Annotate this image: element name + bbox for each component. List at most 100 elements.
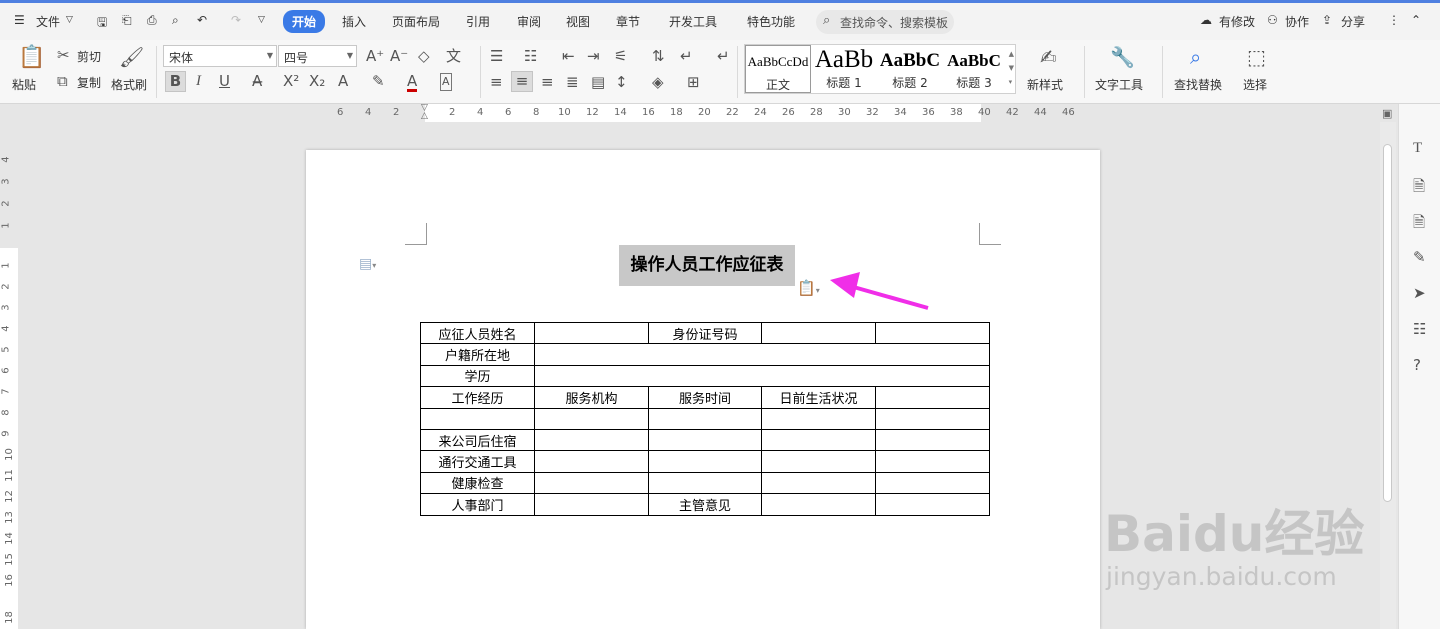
save-icon[interactable]: 🖫 [97, 13, 107, 34]
tab-page-layout[interactable]: 页面布局 [392, 13, 440, 30]
scrollbar-thumb[interactable] [1383, 144, 1392, 502]
font-name-select[interactable]: 宋体 ▼ [163, 45, 277, 67]
document-title[interactable]: 操作人员工作应征表 [619, 245, 795, 286]
format-painter-button[interactable]: 格式刷 [111, 76, 147, 93]
tab-review[interactable]: 审阅 [517, 13, 541, 30]
shrink-font-icon[interactable]: A⁻ [390, 48, 408, 64]
numbered-list-icon[interactable]: ☷ [524, 48, 537, 64]
table-cell[interactable]: 应征人员姓名 [420, 321, 535, 345]
table-cell[interactable]: 服务时间 [648, 386, 762, 409]
customize-toolbar-icon[interactable]: ▽ [258, 15, 265, 25]
table-cell[interactable] [648, 407, 762, 430]
font-color-icon[interactable]: A [407, 73, 418, 92]
more-icon[interactable]: ⋮ [1388, 13, 1400, 27]
table-cell[interactable] [875, 386, 990, 409]
text-effect-icon[interactable]: A [338, 73, 348, 89]
table-cell[interactable] [534, 450, 649, 473]
print-preview-icon[interactable]: ⌕ [172, 13, 179, 28]
table-cell[interactable] [534, 321, 649, 345]
justify-icon[interactable]: ≣ [566, 74, 579, 90]
superscript-icon[interactable]: X² [283, 73, 299, 89]
table-cell[interactable] [875, 471, 990, 495]
style-heading-1[interactable]: AaBb 标题 1 [811, 45, 877, 93]
style-heading-2[interactable]: AaBbC 标题 2 [877, 45, 943, 93]
table-cell[interactable]: 学历 [420, 364, 535, 388]
tab-stops-icon[interactable]: ↵ [717, 48, 730, 64]
modify-status[interactable]: 有修改 [1219, 13, 1255, 30]
pen-icon[interactable]: ✎ [1413, 248, 1426, 266]
table-cell[interactable]: 工作经历 [420, 386, 535, 409]
distribute-icon[interactable]: ▤ [591, 74, 605, 90]
export-pdf-icon[interactable]: ⎗ [122, 13, 132, 28]
ruler-toggle-icon[interactable]: ▣ [1382, 107, 1392, 120]
help-icon[interactable]: ? [1413, 356, 1421, 374]
style-normal[interactable]: AaBbCcDd 正文 [745, 45, 811, 93]
italic-icon[interactable]: I [196, 73, 201, 89]
table-cell[interactable] [761, 450, 876, 473]
horizontal-ruler[interactable]: ▽ △ 6 4 2 2 4 6 8 10 12 14 16 18 20 22 24… [320, 104, 1380, 122]
table-cell[interactable] [534, 493, 649, 516]
table-cell[interactable]: 健康检查 [420, 471, 535, 495]
paste-button[interactable]: 粘贴 [12, 76, 36, 93]
decrease-indent-icon[interactable]: ⇤ [562, 48, 575, 64]
increase-indent-icon[interactable]: ⇥ [587, 48, 600, 64]
borders-icon[interactable]: ⊞ [687, 74, 700, 90]
wrench-icon[interactable]: 🔧 [1110, 46, 1135, 68]
table-cell[interactable] [420, 407, 535, 430]
table-cell[interactable]: 来公司后住宿 [420, 428, 535, 452]
share-icon[interactable]: ⇪ [1322, 13, 1332, 27]
style-heading-3[interactable]: AaBbC 标题 3 [943, 45, 1005, 93]
indent-marker-icon[interactable]: ▽ △ [421, 104, 428, 121]
cut-button[interactable]: 剪切 [77, 48, 101, 65]
align-right-icon[interactable]: ≡ [541, 74, 554, 90]
bold-icon[interactable]: B [165, 71, 186, 92]
select-button[interactable]: 选择 [1243, 76, 1267, 93]
show-marks-icon[interactable]: ↵ [680, 48, 693, 64]
table-cell[interactable] [534, 364, 990, 388]
vertical-ruler[interactable]: 4 3 2 1 1 2 3 4 5 6 7 8 9 10 11 12 13 14… [0, 122, 18, 629]
table-cell[interactable] [875, 428, 990, 452]
table-cell[interactable] [534, 471, 649, 495]
table-cell[interactable] [761, 407, 876, 430]
tab-chapter[interactable]: 章节 [616, 13, 640, 30]
table-cell[interactable] [534, 428, 649, 452]
style-gallery-scroll-icon[interactable]: ▲ ▼ ▾ [1009, 47, 1014, 89]
align-left-icon[interactable]: ≡ [490, 74, 503, 90]
tab-view[interactable]: 视图 [566, 13, 590, 30]
table-cell[interactable] [648, 450, 762, 473]
copy-button[interactable]: 复制 [77, 74, 101, 91]
table-cell[interactable] [534, 407, 649, 430]
menu-icon[interactable]: ☰ [14, 13, 25, 27]
text-style-icon[interactable]: T [1413, 140, 1422, 157]
copy-icon[interactable]: ⧉ [57, 73, 68, 89]
table-cell[interactable] [875, 407, 990, 430]
document-icon[interactable]: ▤▾ [359, 256, 376, 272]
redo-icon[interactable]: ↷ [231, 13, 241, 27]
table-cell[interactable] [761, 471, 876, 495]
line-spacing-icon[interactable]: ↕ [615, 74, 628, 90]
new-style-icon[interactable]: ✍ [1040, 46, 1057, 68]
table-cell[interactable] [875, 450, 990, 473]
table-cell[interactable]: 身份证号码 [648, 321, 762, 345]
table-cell[interactable] [875, 493, 990, 516]
table-cell[interactable] [761, 428, 876, 452]
font-size-select[interactable]: 四号 ▼ [278, 45, 357, 67]
underline-icon[interactable]: U [219, 73, 230, 89]
file-menu[interactable]: 文件 [36, 13, 60, 30]
table-cell[interactable]: 人事部门 [420, 493, 535, 516]
char-border-icon[interactable]: A [440, 73, 452, 91]
chinese-layout-icon[interactable]: ⚟ [614, 48, 627, 64]
paste-icon[interactable]: 📋 [18, 46, 45, 70]
share-button[interactable]: 分享 [1341, 13, 1365, 30]
highlight-icon[interactable]: ✎ [372, 73, 385, 89]
grow-font-icon[interactable]: A⁺ [366, 48, 384, 64]
collapse-ribbon-icon[interactable]: ⌃ [1411, 13, 1421, 27]
shading-icon[interactable]: ◈ [652, 74, 664, 90]
table-cell[interactable] [534, 343, 990, 366]
new-style-button[interactable]: 新样式 [1027, 76, 1063, 93]
table-cell[interactable]: 通行交通工具 [420, 450, 535, 473]
doc-settings-icon[interactable]: 🗎 [1413, 176, 1425, 201]
collab-icon[interactable]: ⚇ [1267, 13, 1278, 27]
tab-references[interactable]: 引用 [466, 13, 490, 30]
paste-options-icon[interactable]: 📋▾ [797, 279, 820, 297]
